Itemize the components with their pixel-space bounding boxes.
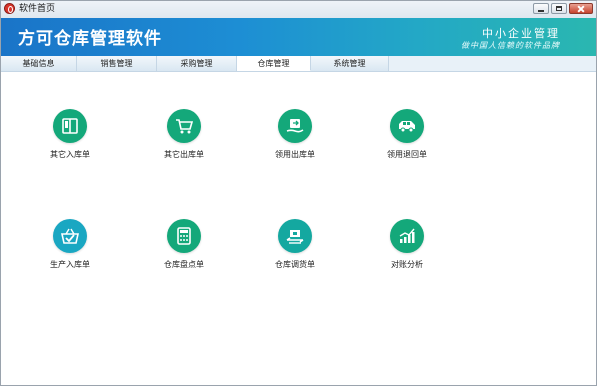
tab-warehouse[interactable]: 仓库管理	[237, 56, 311, 71]
tile-label: 领用出库单	[275, 150, 315, 159]
app-logo-icon	[4, 3, 15, 14]
main-window: 软件首页 方可仓库管理软件 中小企业管理 做中国人信赖的软件品牌 基础信息 销售…	[0, 0, 597, 386]
transfer-icon	[278, 219, 312, 253]
tile-label: 仓库盘点单	[164, 260, 204, 269]
tile-reconciliation[interactable]: 对账分析	[367, 219, 447, 270]
tile-production-inbound[interactable]: 生产入库单	[30, 219, 110, 270]
minimize-button[interactable]	[533, 3, 549, 14]
tile-label: 对账分析	[391, 260, 423, 269]
growth-chart-icon	[390, 219, 424, 253]
book-icon	[53, 109, 87, 143]
handover-icon	[278, 109, 312, 143]
tab-basic-info[interactable]: 基础信息	[1, 56, 77, 71]
tab-purchase[interactable]: 采购管理	[157, 56, 237, 71]
tile-label: 生产入库单	[50, 260, 90, 269]
tile-other-outbound[interactable]: 其它出库单	[144, 109, 224, 160]
tile-label: 其它出库单	[164, 150, 204, 159]
basket-check-icon	[53, 219, 87, 253]
close-button[interactable]	[569, 3, 593, 14]
tile-label: 领用退回单	[387, 150, 427, 159]
calculator-icon	[167, 219, 201, 253]
tab-sales[interactable]: 销售管理	[77, 56, 157, 71]
slogan-title: 中小企业管理	[482, 27, 560, 40]
tile-requisition-outbound[interactable]: 领用出库单	[255, 109, 335, 160]
tile-other-inbound[interactable]: 其它入库单	[30, 109, 110, 160]
tile-stock-transfer[interactable]: 仓库调货单	[255, 219, 335, 270]
tab-system[interactable]: 系统管理	[311, 56, 389, 71]
title-bar: 软件首页	[1, 1, 596, 19]
cart-icon	[167, 109, 201, 143]
tile-requisition-return[interactable]: 领用退回单	[367, 109, 447, 160]
slogan-subtitle: 做中国人信赖的软件品牌	[461, 41, 560, 50]
module-tabs: 基础信息 销售管理 采购管理 仓库管理 系统管理	[1, 56, 596, 72]
header-banner: 方可仓库管理软件 中小企业管理 做中国人信赖的软件品牌	[1, 18, 596, 56]
tile-stocktaking[interactable]: 仓库盘点单	[144, 219, 224, 270]
app-name: 方可仓库管理软件	[18, 29, 162, 49]
window-title: 软件首页	[19, 4, 56, 14]
tile-label: 仓库调货单	[275, 260, 315, 269]
tile-panel: 其它入库单 其它出库单 领用出库单 领用退回单 生产入库单 仓库盘点单 仓库调货…	[1, 72, 596, 385]
van-icon	[390, 109, 424, 143]
maximize-button[interactable]	[551, 3, 567, 14]
tile-label: 其它入库单	[50, 150, 90, 159]
